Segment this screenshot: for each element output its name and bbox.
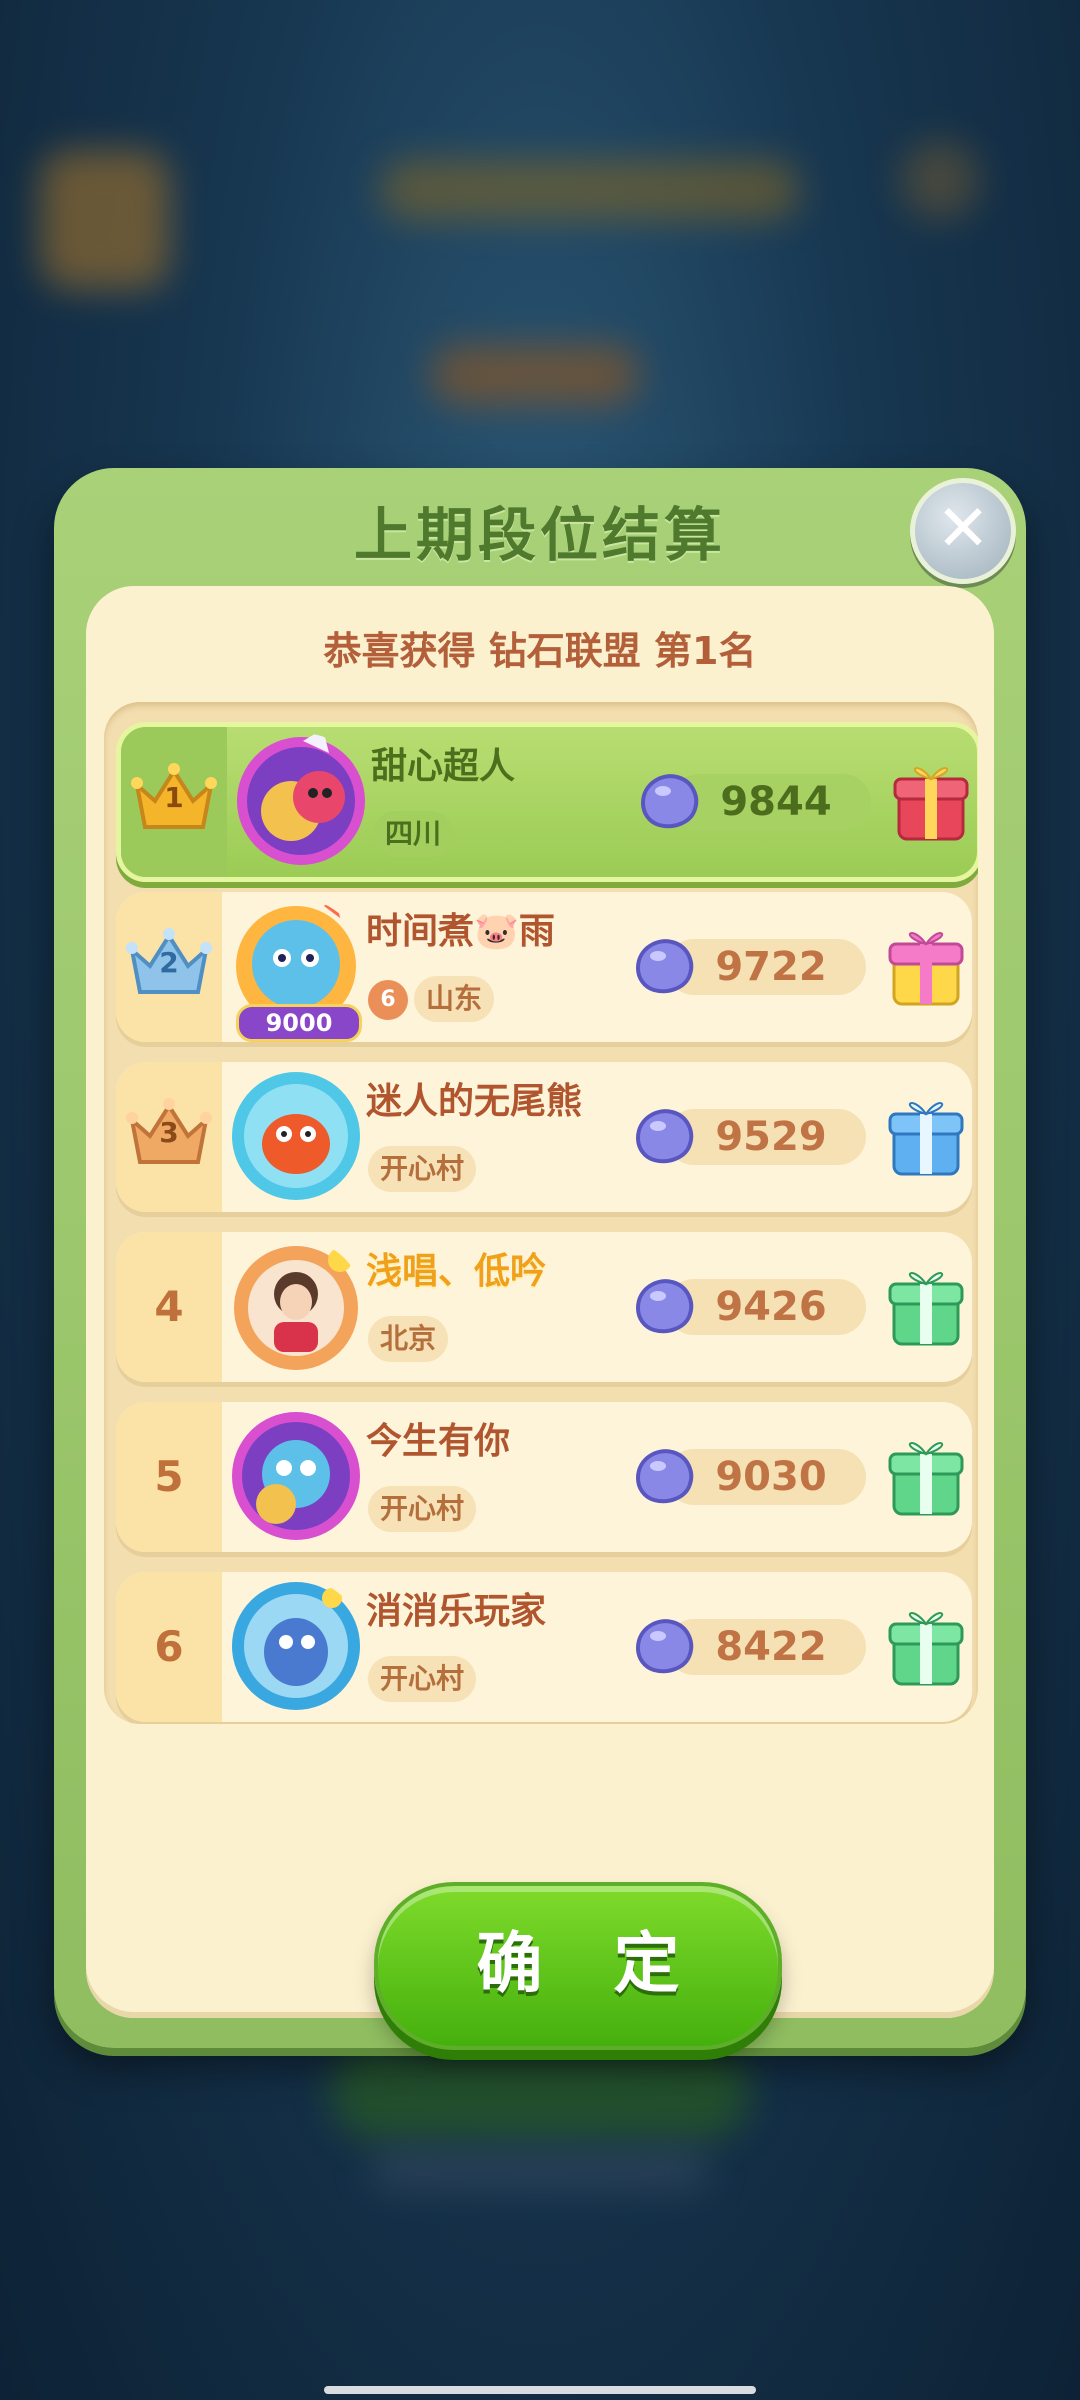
ranking-row-2[interactable]: 2 9000 时间煮🐷雨 6 山东 9722 <box>116 892 972 1042</box>
score-value: 9722 <box>715 944 827 990</box>
avatar <box>232 1412 360 1540</box>
background-caption <box>370 2150 710 2190</box>
player-location: 开心村 <box>368 1656 477 1702</box>
rank-number: 2 <box>159 946 179 979</box>
ranking-row-5[interactable]: 5 今生有你 开心村 9030 <box>116 1402 972 1552</box>
dialog-title: 上期段位结算 <box>353 501 726 569</box>
player-location: 四川 <box>373 811 454 857</box>
player-name: 消消乐玩家 <box>366 1591 547 1632</box>
rank-number: 6 <box>154 1622 184 1671</box>
score-value: 8422 <box>715 1624 827 1670</box>
rank-settlement-dialog: 上期段位结算 ✕ 恭喜获得 钻石联盟 第1名 1 甜心超人 四川 9844 2 … <box>54 468 1026 2050</box>
green-gift-icon[interactable] <box>886 1430 966 1520</box>
home-indicator[interactable] <box>324 2386 756 2394</box>
player-name: 迷人的无尾熊 <box>366 1081 583 1122</box>
score-value: 9529 <box>715 1114 827 1160</box>
player-name: 今生有你 <box>366 1421 511 1462</box>
score-value: 9030 <box>715 1454 827 1500</box>
avatar-score-badge: 9000 <box>236 1004 362 1042</box>
background-play-button <box>330 2040 750 2140</box>
pink-gift-icon[interactable] <box>886 920 966 1010</box>
background-title-banner <box>380 160 800 220</box>
ranking-list[interactable]: 1 甜心超人 四川 9844 2 9000 时间煮🐷雨 6 山东 9722 3 … <box>104 702 978 1724</box>
ranking-row-1[interactable]: 1 甜心超人 四川 9844 <box>116 722 978 882</box>
avatar <box>237 733 365 865</box>
rank-number: 5 <box>154 1452 184 1501</box>
red-gift-icon[interactable] <box>891 755 971 845</box>
green-gift-icon[interactable] <box>886 1260 966 1350</box>
dialog-content-panel: 恭喜获得 钻石联盟 第1名 1 甜心超人 四川 9844 2 9000 时间煮🐷… <box>86 586 994 2050</box>
ranking-row-6[interactable]: 6 消消乐玩家 开心村 8422 <box>116 1572 972 1722</box>
ranking-row-3[interactable]: 3 迷人的无尾熊 开心村 9529 <box>116 1062 972 1212</box>
player-location: 山东 <box>414 976 495 1022</box>
background-settings-icon <box>900 140 980 220</box>
congratulation-text: 恭喜获得 钻石联盟 第1名 <box>323 629 757 673</box>
avatar <box>232 1072 360 1200</box>
player-location: 北京 <box>368 1316 449 1362</box>
player-name: 时间煮🐷雨 <box>366 911 555 952</box>
background-pill-button <box>430 345 640 405</box>
close-button[interactable]: ✕ <box>910 478 1016 584</box>
level-badge: 6 <box>368 980 408 1020</box>
blue-gift-icon[interactable] <box>886 1090 966 1180</box>
avatar <box>234 1246 358 1370</box>
player-location: 开心村 <box>368 1486 477 1532</box>
rank-number: 4 <box>154 1282 184 1331</box>
rank-number: 1 <box>164 781 184 814</box>
player-location: 开心村 <box>368 1146 477 1192</box>
rank-number: 3 <box>159 1116 179 1149</box>
confirm-button[interactable]: 确 定 <box>374 1882 782 2050</box>
avatar <box>232 1582 360 1710</box>
score-value: 9844 <box>720 779 832 825</box>
player-name: 甜心超人 <box>371 746 516 787</box>
ranking-row-4[interactable]: 4 浅唱、低吟 北京 9426 <box>116 1232 972 1382</box>
background-event-icon <box>40 150 170 290</box>
score-value: 9426 <box>715 1284 827 1330</box>
green-gift-icon[interactable] <box>886 1600 966 1690</box>
player-name: 浅唱、低吟 <box>366 1251 547 1292</box>
